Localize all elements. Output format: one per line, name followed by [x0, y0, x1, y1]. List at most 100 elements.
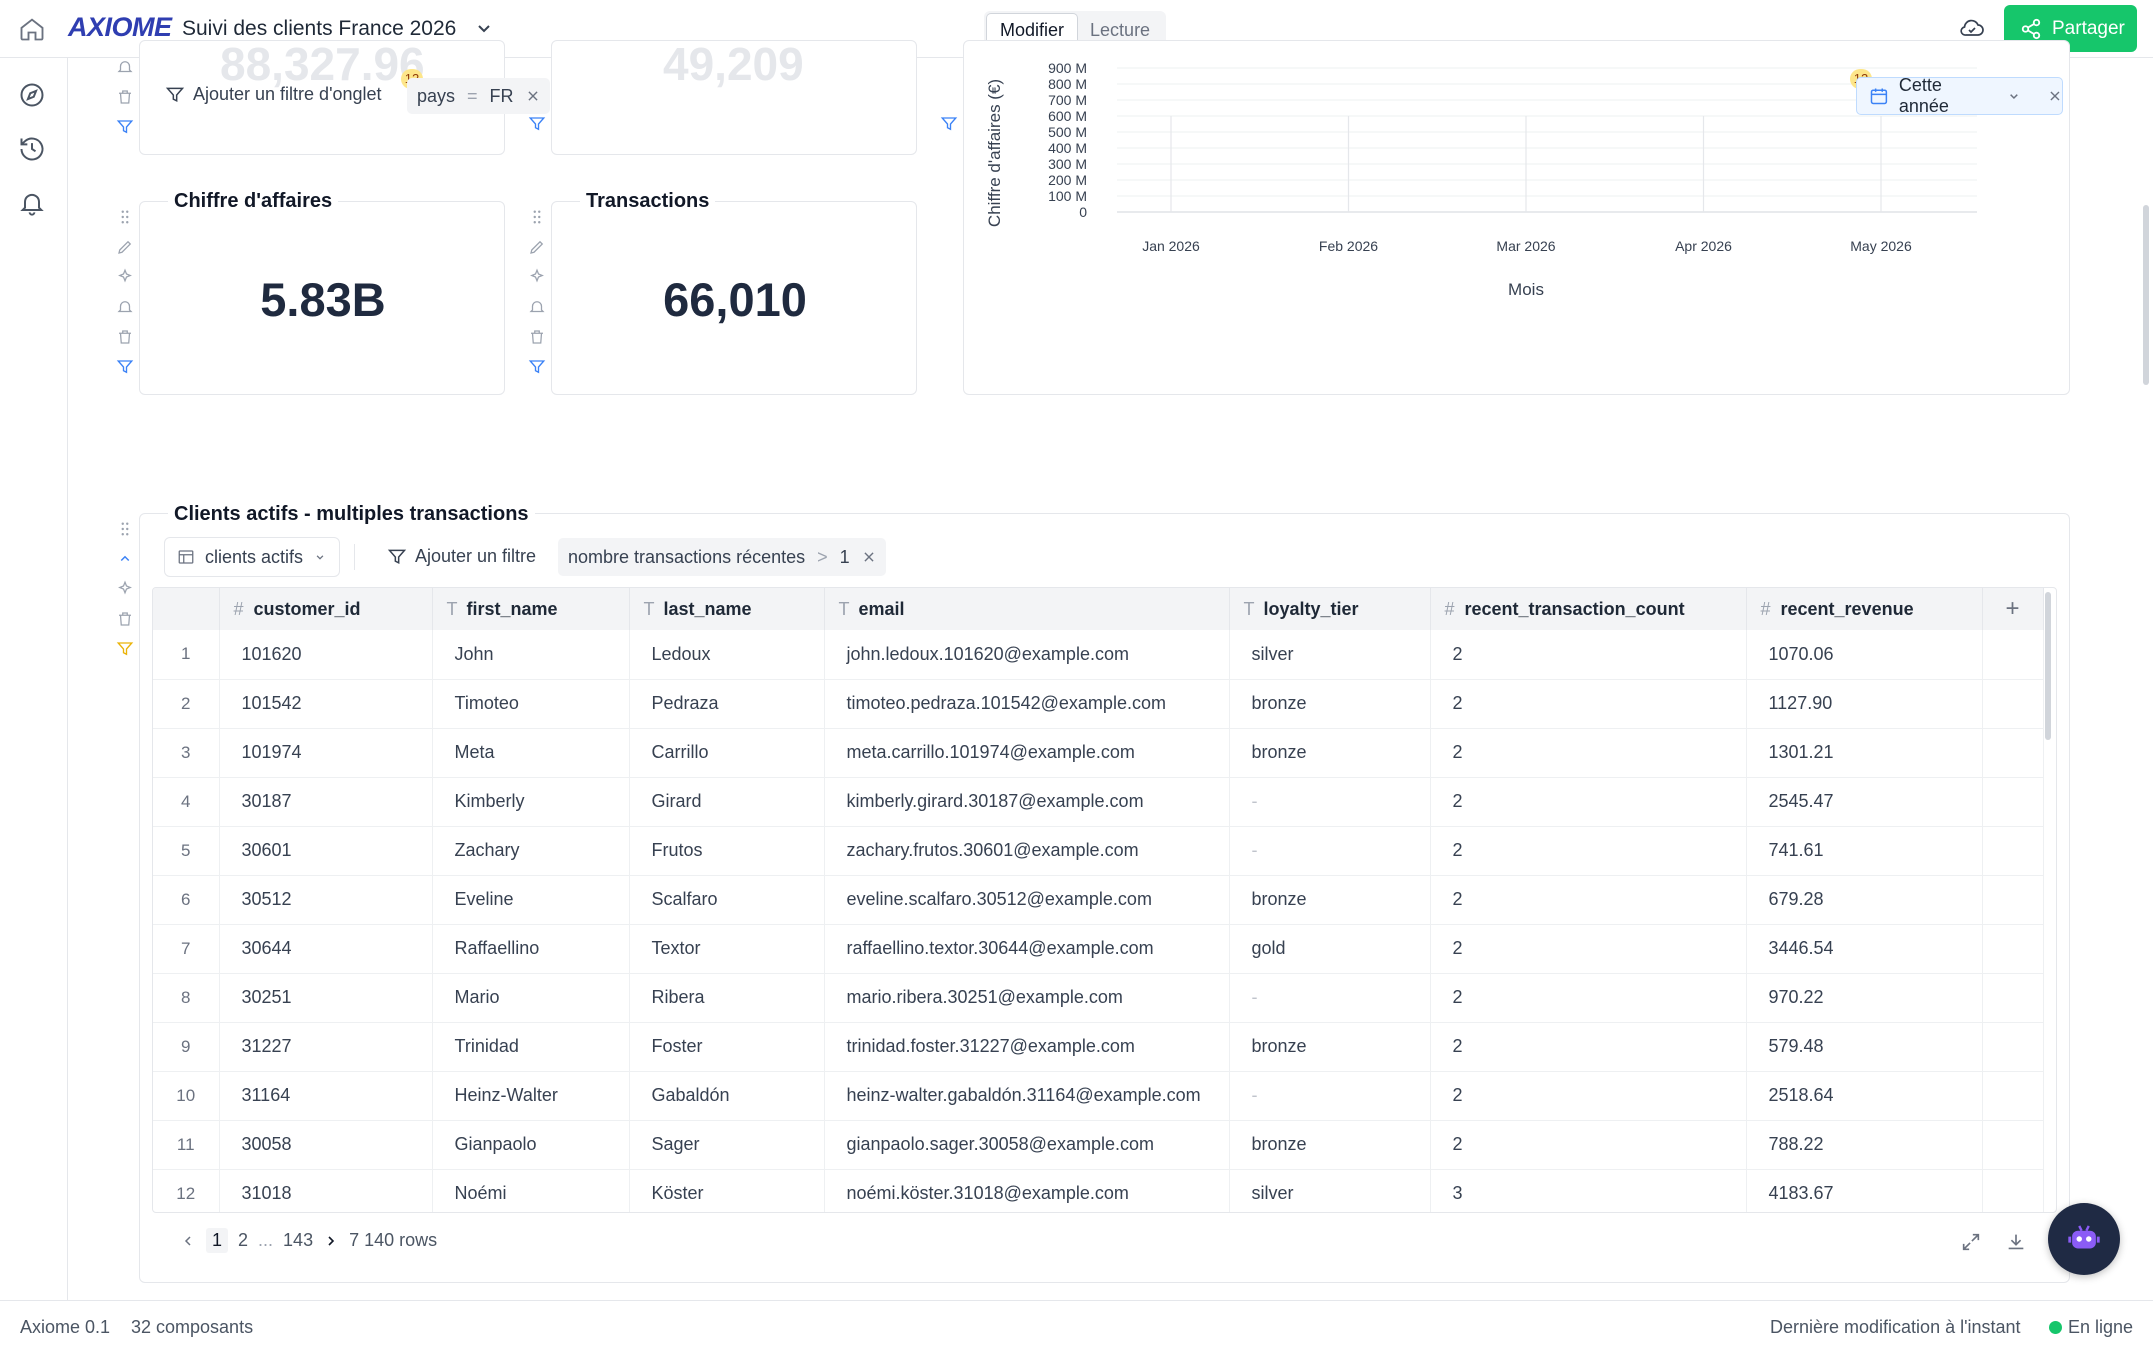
chevron-left-icon[interactable]: [180, 1233, 196, 1249]
table-row[interactable]: 5 30601 Zachary Frutos zachary.frutos.30601@…: [153, 826, 2044, 876]
table-cell: heinz-walter.gabaldón.31164@example.com: [824, 1071, 1230, 1121]
text-type-icon: T: [838, 598, 850, 619]
table-row[interactable]: 3 101974 Meta Carrillo meta.carrillo.101974@…: [153, 728, 2044, 778]
bell-icon[interactable]: [116, 58, 134, 76]
trash-icon[interactable]: [528, 328, 546, 346]
chevron-down-icon[interactable]: [2006, 88, 2022, 104]
close-icon[interactable]: [862, 550, 876, 564]
pencil-icon[interactable]: [528, 238, 546, 256]
page-next[interactable]: 2: [238, 1230, 248, 1251]
table-cell: Noémi: [432, 1169, 630, 1212]
column-header-email[interactable]: Temail: [824, 588, 1230, 630]
source-select[interactable]: clients actifs: [164, 537, 341, 577]
drag-handle-icon[interactable]: [528, 208, 546, 226]
table-row[interactable]: 10 31164 Heinz-Walter Gabaldón heinz-walter.…: [153, 1071, 2044, 1121]
sparkle-icon[interactable]: [116, 580, 134, 598]
filter-icon[interactable]: [940, 115, 958, 133]
grid-scrollbar[interactable]: [2045, 592, 2051, 740]
sparkle-icon[interactable]: [528, 268, 546, 286]
tab-filter-value: FR: [489, 85, 514, 106]
kpi-ghost-value: 49,209: [663, 38, 804, 90]
table-filter-chip[interactable]: nombre transactions récentes > 1: [558, 538, 886, 576]
table-row[interactable]: 11 30058 Gianpaolo Sager gianpaolo.sager.300…: [153, 1120, 2044, 1170]
table-row[interactable]: 4 30187 Kimberly Girard kimberly.girard.3018…: [153, 777, 2044, 827]
table-cell: 31018: [219, 1169, 433, 1212]
filter-icon[interactable]: [528, 358, 546, 376]
table-row[interactable]: 7 30644 Raffaellino Textor raffaellino.texto…: [153, 924, 2044, 974]
chevron-up-icon[interactable]: [116, 550, 134, 568]
add-filter-button[interactable]: Ajouter un filtre: [387, 546, 536, 567]
bell-icon[interactable]: [116, 298, 134, 316]
trash-icon[interactable]: [116, 328, 134, 346]
history-icon[interactable]: [18, 135, 46, 163]
table-cell: Gianpaolo: [432, 1120, 630, 1170]
home-icon[interactable]: [18, 15, 46, 43]
table-cell: 579.48: [1746, 1022, 1983, 1072]
sparkle-icon[interactable]: [116, 268, 134, 286]
tab-filter-chip[interactable]: pays = FR: [407, 78, 550, 114]
page-scrollbar[interactable]: [2143, 205, 2149, 385]
table-row[interactable]: 2 101542 Timoteo Pedraza timoteo.pedraza.101…: [153, 679, 2044, 729]
table-row[interactable]: 9 31227 Trinidad Foster trinidad.foster.3122…: [153, 1022, 2044, 1072]
trash-icon[interactable]: [116, 610, 134, 628]
table-cell: 1127.90: [1746, 679, 1983, 729]
table-row[interactable]: 12 31018 Noémi Köster noémi.köster.31018@exa…: [153, 1169, 2044, 1212]
close-icon[interactable]: [2048, 89, 2062, 103]
filter-icon[interactable]: [116, 358, 134, 376]
bell-icon[interactable]: [528, 298, 546, 316]
table-cell: 2: [1430, 777, 1747, 827]
drag-handle-icon[interactable]: [116, 520, 134, 538]
share-label: Partager: [2052, 17, 2125, 39]
column-header-last-name[interactable]: Tlast_name: [629, 588, 825, 630]
assistant-bot-button[interactable]: [2048, 1203, 2120, 1275]
x-axis-title: Mois: [1508, 280, 1544, 299]
drag-handle-icon[interactable]: [116, 208, 134, 226]
trash-icon[interactable]: [116, 88, 134, 106]
table-row[interactable]: 6 30512 Eveline Scalfaro eveline.scalfaro.30…: [153, 875, 2044, 925]
table-cell-empty: [1982, 924, 2044, 974]
date-filter-chip[interactable]: Cette année: [1856, 75, 2063, 116]
table-cell: 679.28: [1746, 875, 1983, 925]
table-cell: 2: [1430, 679, 1747, 729]
app-logo[interactable]: AXIOME: [68, 12, 172, 43]
filter-icon[interactable]: [116, 640, 134, 658]
filter-icon[interactable]: [116, 118, 134, 136]
column-header-recent-revenue[interactable]: # recent_revenue: [1746, 588, 1983, 630]
add-tab-filter-button[interactable]: Ajouter un filtre d'onglet: [165, 84, 382, 105]
expand-icon[interactable]: [1960, 1231, 1982, 1253]
table-cell: Köster: [629, 1169, 825, 1212]
table-row[interactable]: 8 30251 Mario Ribera mario.ribera.30251@exam…: [153, 973, 2044, 1023]
column-header-loyalty-tier[interactable]: Tloyalty_tier: [1229, 588, 1431, 630]
bell-icon[interactable]: [18, 189, 46, 217]
data-grid: # customer_id Tfirst_name Tlast_name Temail T…: [152, 587, 2057, 1213]
close-icon[interactable]: [526, 89, 540, 103]
table-row[interactable]: 1 101620 John Ledoux john.ledoux.101620@exam…: [153, 630, 2044, 680]
y-tick-label: 400 M: [1048, 140, 1087, 156]
column-header-customer-id[interactable]: # customer_id: [219, 588, 433, 630]
table-cell: Ribera: [629, 973, 825, 1023]
table-cell: 2: [1430, 1071, 1747, 1121]
column-header-recent-transaction-count[interactable]: # recent_transaction_count: [1430, 588, 1747, 630]
compass-icon[interactable]: [18, 81, 46, 109]
x-tick-label: Mar 2026: [1496, 238, 1555, 254]
status-bar: Axiome 0.1 32 composants Dernière modifi…: [0, 1300, 2153, 1345]
cloud-sync-icon[interactable]: [1958, 16, 1986, 40]
download-icon[interactable]: [2005, 1231, 2027, 1253]
page-last[interactable]: 143: [283, 1230, 313, 1251]
tab-filter-field: pays: [417, 85, 456, 106]
chevron-down-icon[interactable]: [472, 16, 496, 40]
column-header-label: email: [858, 598, 905, 619]
card-tools: [936, 115, 962, 145]
table-cell: 30512: [219, 875, 433, 925]
filter-icon[interactable]: [528, 115, 546, 133]
table-cell: bronze: [1229, 1022, 1431, 1072]
add-column-button[interactable]: +: [1982, 588, 2044, 630]
table-filter-operator: >: [817, 546, 828, 567]
column-header-first-name[interactable]: Tfirst_name: [432, 588, 630, 630]
table-cell: bronze: [1229, 728, 1431, 778]
table-cell: meta.carrillo.101974@example.com: [824, 728, 1230, 778]
chevron-right-icon[interactable]: [323, 1233, 339, 1249]
page-current[interactable]: 1: [206, 1228, 229, 1253]
pencil-icon[interactable]: [116, 238, 134, 256]
table-cell: Meta: [432, 728, 630, 778]
